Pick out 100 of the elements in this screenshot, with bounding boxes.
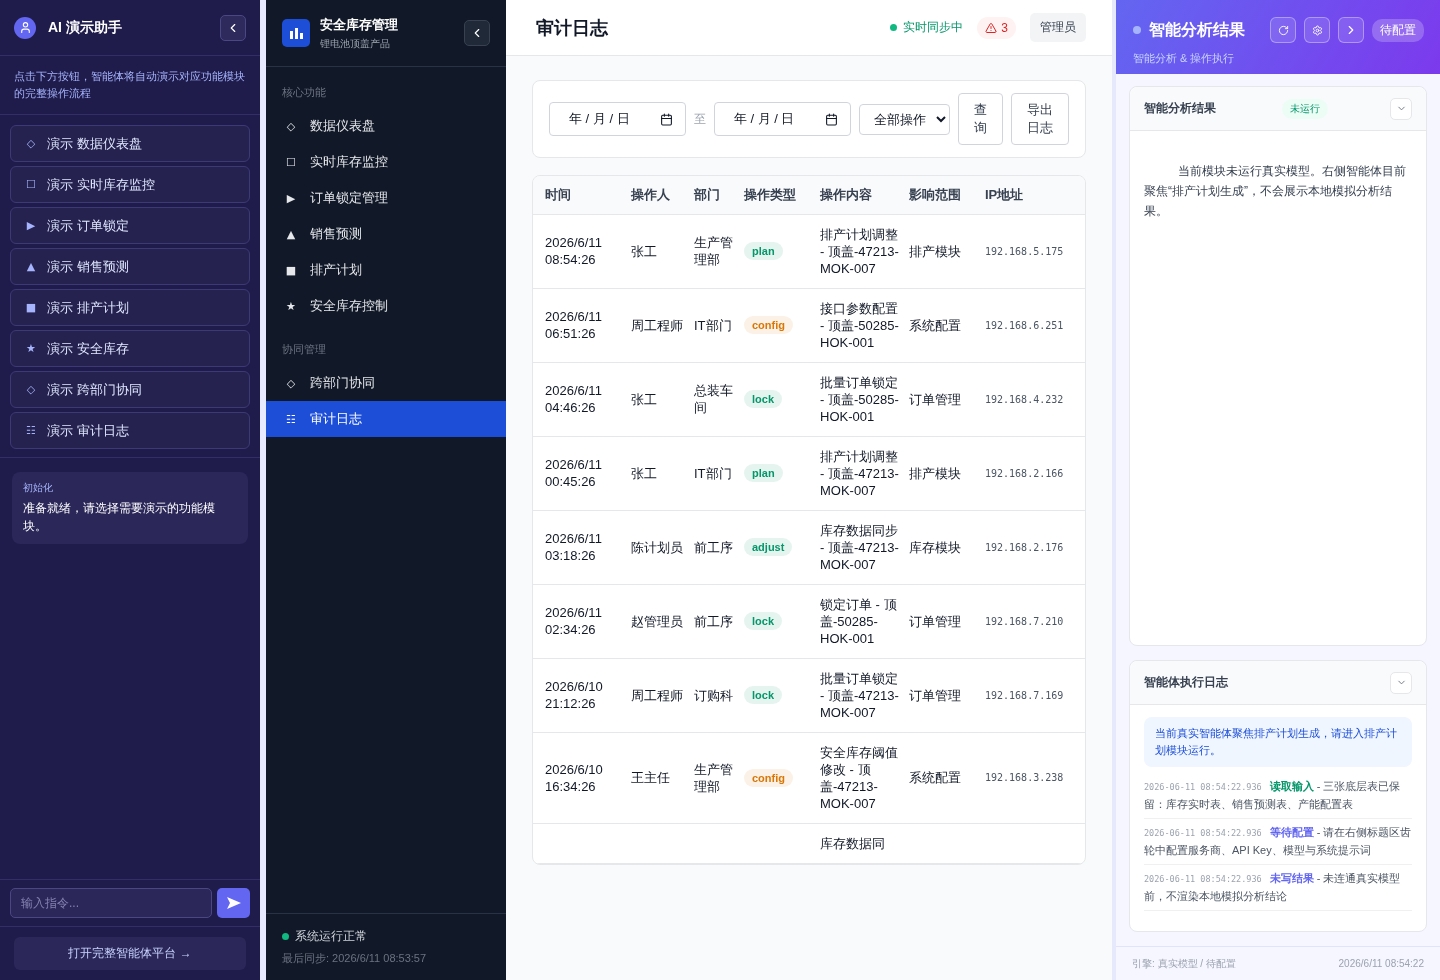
table-cell: IT部门 <box>694 317 732 333</box>
type-tag: lock <box>744 686 782 704</box>
nav-item[interactable]: ☐ 实时库存监控 <box>266 144 506 180</box>
demo-button[interactable]: ▶ 演示 订单锁定 <box>10 207 250 244</box>
table-cell: 库存数据同 <box>820 835 885 851</box>
command-input[interactable]: 输入指令... <box>10 888 212 918</box>
table-cell: 周工程师 <box>631 317 683 333</box>
table-cell: 接口参数配置 - 顶盖-50285-HOK-001 <box>820 300 899 350</box>
assistant-title: AI 演示助手 <box>48 18 123 37</box>
log-entry: 2026-06-11 08:54:22.936 未写结果 - 未连通真实模型前，不渲染本地模拟分析结论 <box>1144 865 1412 911</box>
table-cell: 王主任 <box>631 770 670 785</box>
nav-item[interactable]: ▶ 订单锁定管理 <box>266 180 506 216</box>
section-label: 核心功能 <box>281 85 327 100</box>
operation-select[interactable]: 全部操作 <box>858 103 951 135</box>
expand-button[interactable] <box>1338 17 1364 43</box>
send-button[interactable] <box>217 888 250 918</box>
table-cell: 库存数据同步 - 顶盖-47213-MOK-007 <box>820 522 899 572</box>
status-dot <box>282 933 289 940</box>
column-header: 操作内容 <box>820 176 909 214</box>
table-cell: 排产计划调整 - 顶盖-47213-MOK-007 <box>820 448 899 498</box>
app-title: 安全库存管理 <box>320 15 399 34</box>
config-badge: 待配置 <box>1372 18 1424 42</box>
table-cell: 安全库存阈值修改 - 顶盖-47213-MOK-007 <box>820 744 898 811</box>
demo-button[interactable]: ☐ 演示 实时库存监控 <box>10 166 250 203</box>
demo-button[interactable]: ■ 演示 排产计划 <box>10 289 250 326</box>
logo-icon <box>282 19 310 47</box>
table-cell: 库存模块 <box>909 539 961 555</box>
table-cell: 192.168.2.166 <box>985 467 1064 479</box>
table-cell: 陈计划员 <box>631 539 683 555</box>
column-header: 操作人 <box>631 176 694 214</box>
alert-badge[interactable]: 3 <box>977 16 1016 39</box>
nav-item[interactable]: ◇ 跨部门协同 <box>266 365 506 401</box>
date-field[interactable]: 年 / 月 / 日 <box>549 102 686 136</box>
analysis-subtitle: 智能分析 & 操作执行 <box>1133 51 1236 66</box>
column-header: 操作类型 <box>744 176 820 214</box>
engine-status: 引擎: 真实模型 / 待配置 <box>1132 956 1236 971</box>
table-cell: 2026/6/11 03:18:26 <box>545 531 602 563</box>
table-cell: 张工 <box>631 465 657 481</box>
query-button[interactable]: 查询 <box>958 93 1003 145</box>
demo-button[interactable]: ◇ 演示 跨部门协同 <box>10 371 250 408</box>
settings-button[interactable] <box>1304 17 1330 43</box>
demo-icon: ▲ <box>25 260 37 273</box>
nav-item[interactable]: ★ 安全库存控制 <box>266 288 506 324</box>
refresh-button[interactable] <box>1270 17 1296 43</box>
nav-item[interactable]: ■ 排产计划 <box>266 252 506 288</box>
table-cell: 订购科 <box>694 687 733 703</box>
table-cell: 2026/6/11 00:45:26 <box>545 457 602 489</box>
table-cell: 2026/6/11 08:54:26 <box>545 235 602 267</box>
nav-icon: ▶ <box>285 191 297 205</box>
warning-icon <box>985 21 998 34</box>
demo-icon: ▶ <box>25 219 37 232</box>
table-cell: 前工序 <box>694 539 733 555</box>
nav-item[interactable]: ▲ 销售预测 <box>266 216 506 252</box>
status-message: 准备就绪，请选择需要演示的功能模块。 <box>23 500 216 535</box>
send-icon <box>225 896 242 910</box>
card-title: 智能分析结果 <box>1144 100 1216 117</box>
export-button[interactable]: 导出日志 <box>1010 93 1069 145</box>
date-field[interactable]: 年 / 月 / 日 <box>713 102 851 136</box>
demo-icon: ◇ <box>25 137 37 150</box>
log-entry: 2026-06-11 08:54:22.936 读取输入 - 三张底层表已保留：库存实时表、销售预测表、产能配置表 <box>1144 773 1412 819</box>
nav-icon: ★ <box>285 299 297 313</box>
table-cell: 2026/6/10 16:34:26 <box>545 761 603 794</box>
table-cell: 192.168.6.251 <box>985 319 1064 331</box>
column-header: 部门 <box>694 176 744 214</box>
demo-icon: ◇ <box>25 383 37 396</box>
platform-button[interactable]: 打开完整智能体平台 → <box>14 937 246 970</box>
status-dot <box>1133 26 1141 34</box>
table-cell: 系统配置 <box>909 317 961 333</box>
type-tag: lock <box>744 612 782 630</box>
table-cell: 赵管理员 <box>631 613 683 629</box>
calendar-icon <box>659 112 673 126</box>
nav-item[interactable]: ◇ 数据仪表盘 <box>266 108 506 144</box>
collapse-button[interactable] <box>220 14 246 41</box>
demo-button[interactable]: ▲ 演示 销售预测 <box>10 248 250 285</box>
demo-button[interactable]: ☷ 演示 审计日志 <box>10 412 250 449</box>
collapse-button[interactable] <box>464 20 490 46</box>
nav-item[interactable]: ☷ 审计日志 <box>266 401 506 437</box>
user-badge[interactable]: 管理员 <box>1030 13 1086 42</box>
table-cell: 排产模块 <box>909 243 961 259</box>
table-cell: 系统配置 <box>909 770 961 785</box>
column-header: 时间 <box>533 176 631 214</box>
log-entry: 2026-06-11 08:54:22.936 等待配置 - 请在右侧标题区齿轮中配置服务商、API Key、模型与系统提示词 <box>1144 819 1412 865</box>
table-cell: 前工序 <box>694 613 733 629</box>
table-cell: 2026/6/11 06:51:26 <box>545 309 602 341</box>
type-tag: config <box>744 768 793 787</box>
demo-button[interactable]: ◇ 演示 数据仪表盘 <box>10 125 250 162</box>
type-tag: adjust <box>744 538 793 556</box>
system-status: 系统运行正常 <box>295 928 367 945</box>
table-cell: 排产计划调整 - 顶盖-47213-MOK-007 <box>820 226 899 276</box>
nav-icon: ▲ <box>285 227 297 241</box>
table-cell: IT部门 <box>694 465 732 481</box>
nav-icon: ☐ <box>285 155 297 169</box>
table-cell: 批量订单锁定 - 顶盖-47213-MOK-007 <box>820 670 899 720</box>
table-cell: 192.168.7.169 <box>985 689 1064 701</box>
notice-message: 当前真实智能体聚焦排产计划生成，请进入排产计划模块运行。 <box>1144 717 1412 767</box>
type-tag: plan <box>744 464 783 482</box>
demo-button[interactable]: ★ 演示 安全库存 <box>10 330 250 367</box>
demo-icon: ★ <box>25 342 37 355</box>
table-cell: 订单管理 <box>909 391 961 407</box>
footer-timestamp: 2026/6/11 08:54:22 <box>1338 958 1424 969</box>
